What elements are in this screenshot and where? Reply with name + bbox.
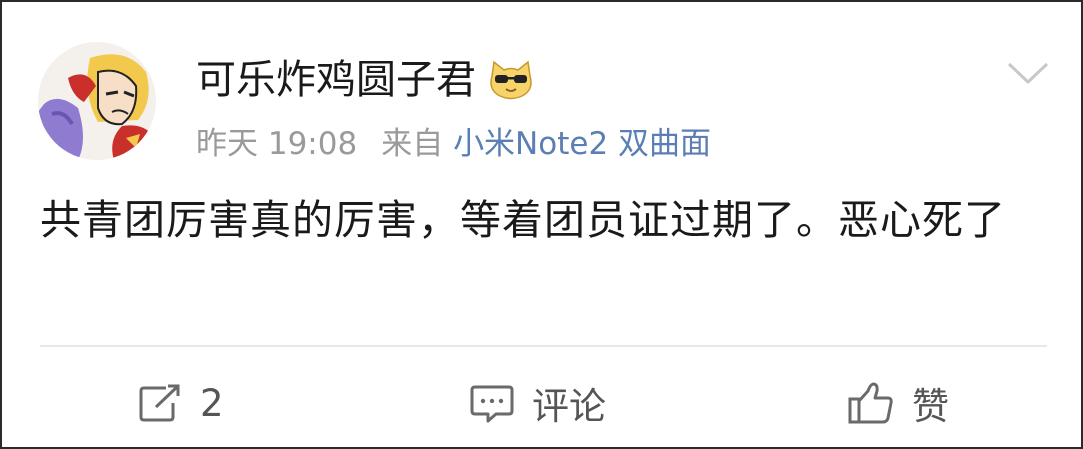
- avatar[interactable]: [38, 42, 156, 160]
- username-row: 可乐炸鸡圆子君: [196, 54, 534, 106]
- comment-button[interactable]: 评论: [470, 374, 606, 432]
- comment-label: 评论: [532, 385, 606, 428]
- source-prefix: 来自: [381, 126, 444, 162]
- divider: [40, 345, 1047, 347]
- repost-button[interactable]: 2: [138, 374, 224, 432]
- like-button[interactable]: 赞: [848, 374, 949, 432]
- like-label: 赞: [912, 385, 949, 428]
- comment-icon: [470, 385, 514, 423]
- post-meta: 昨天 19:08 来自 小米Note2 双曲面: [196, 124, 711, 164]
- post-content: 共青团厉害真的厉害，等着团员证过期了。恶心死了: [40, 196, 1006, 244]
- repost-count: 2: [200, 381, 224, 425]
- post-card: 可乐炸鸡圆子君 昨天 19:08 来自 小米Note2 双曲面 共青团厉害真的厉害…: [0, 0, 1083, 449]
- cool-cat-emoji-icon: [490, 60, 532, 100]
- post-time: 昨天 19:08: [196, 126, 358, 162]
- username[interactable]: 可乐炸鸡圆子君: [196, 54, 476, 106]
- thumbs-up-icon: [848, 382, 893, 424]
- source-device-link[interactable]: 小米Note2 双曲面: [453, 126, 711, 162]
- chevron-down-icon[interactable]: [1006, 58, 1050, 88]
- repost-icon: [139, 384, 180, 422]
